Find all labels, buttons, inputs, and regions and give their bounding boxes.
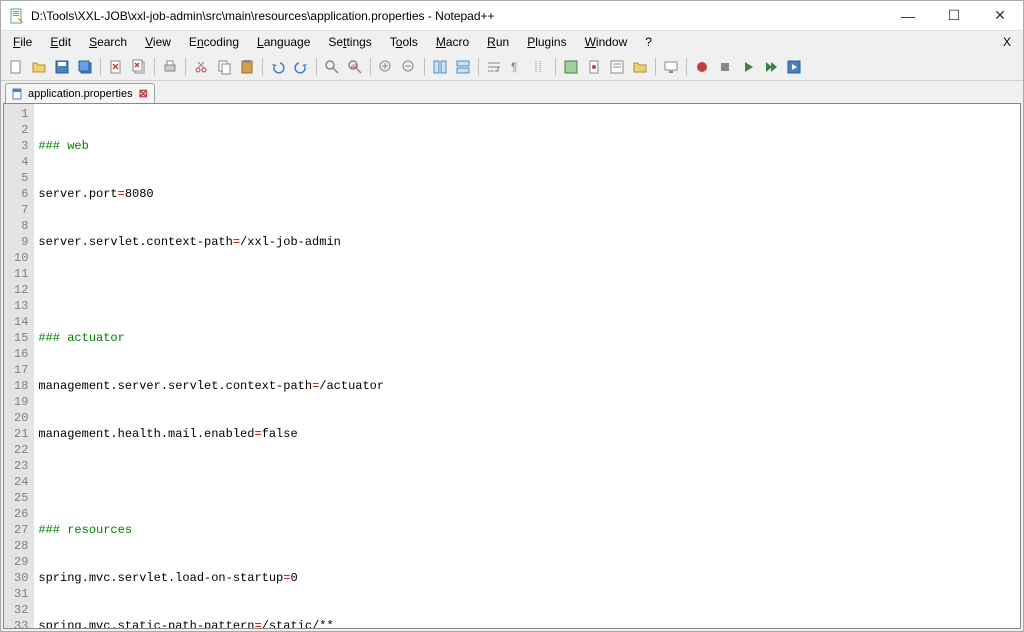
doc-map-icon[interactable] <box>583 56 605 78</box>
sync-v-icon[interactable] <box>429 56 451 78</box>
window-controls: — ☐ ✕ <box>885 1 1023 30</box>
redo-icon[interactable] <box>290 56 312 78</box>
folder-icon[interactable] <box>629 56 651 78</box>
wrap-icon[interactable] <box>483 56 505 78</box>
menu-run[interactable]: Run <box>479 33 517 51</box>
sync-h-icon[interactable] <box>452 56 474 78</box>
zoom-out-icon[interactable] <box>398 56 420 78</box>
monitor-icon[interactable] <box>660 56 682 78</box>
menu-macro[interactable]: Macro <box>428 33 477 51</box>
save-all-icon[interactable] <box>74 56 96 78</box>
stop-icon[interactable] <box>714 56 736 78</box>
print-icon[interactable] <box>159 56 181 78</box>
menu-plugins[interactable]: Plugins <box>519 33 574 51</box>
func-list-icon[interactable] <box>606 56 628 78</box>
play-multi-icon[interactable] <box>760 56 782 78</box>
menu-overflow[interactable]: X <box>995 33 1019 51</box>
minimize-button[interactable]: — <box>885 1 931 30</box>
cut-icon[interactable] <box>190 56 212 78</box>
menu-file[interactable]: File <box>5 33 40 51</box>
new-file-icon[interactable] <box>5 56 27 78</box>
zoom-in-icon[interactable] <box>375 56 397 78</box>
find-icon[interactable] <box>321 56 343 78</box>
toolbar: ab ¶ <box>1 53 1023 81</box>
app-icon <box>9 8 25 24</box>
svg-text:¶: ¶ <box>511 60 517 74</box>
editor: 1234567891011121314151617181920212223242… <box>3 103 1021 629</box>
tab-label: application.properties <box>28 88 133 100</box>
code-comment: ### web <box>38 139 88 153</box>
menu-bar: File Edit Search View Encoding Language … <box>1 31 1023 53</box>
file-icon <box>12 88 24 100</box>
copy-icon[interactable] <box>213 56 235 78</box>
play-icon[interactable] <box>737 56 759 78</box>
menu-encoding[interactable]: Encoding <box>181 33 247 51</box>
code-area[interactable]: ### web server.port=8080 server.servlet.… <box>34 104 1020 628</box>
svg-text:ab: ab <box>351 64 358 70</box>
menu-settings[interactable]: Settings <box>320 33 379 51</box>
lang-icon[interactable] <box>560 56 582 78</box>
open-file-icon[interactable] <box>28 56 50 78</box>
title-bar: D:\Tools\XXL-JOB\xxl-job-admin\src\main\… <box>1 1 1023 31</box>
line-number-gutter: 1234567891011121314151617181920212223242… <box>4 104 34 628</box>
close-button[interactable]: ✕ <box>977 1 1023 30</box>
paste-icon[interactable] <box>236 56 258 78</box>
menu-window[interactable]: Window <box>577 33 636 51</box>
menu-search[interactable]: Search <box>81 33 135 51</box>
menu-language[interactable]: Language <box>249 33 318 51</box>
replace-icon[interactable]: ab <box>344 56 366 78</box>
save-icon[interactable] <box>51 56 73 78</box>
save-macro-icon[interactable] <box>783 56 805 78</box>
menu-help[interactable]: ? <box>637 33 660 51</box>
close-all-icon[interactable] <box>128 56 150 78</box>
tab-application-properties[interactable]: application.properties ⊠ <box>5 83 155 103</box>
record-icon[interactable] <box>691 56 713 78</box>
undo-icon[interactable] <box>267 56 289 78</box>
indent-guide-icon[interactable] <box>529 56 551 78</box>
menu-view[interactable]: View <box>137 33 179 51</box>
menu-tools[interactable]: Tools <box>382 33 426 51</box>
maximize-button[interactable]: ☐ <box>931 1 977 30</box>
menu-edit[interactable]: Edit <box>42 33 79 51</box>
window-title: D:\Tools\XXL-JOB\xxl-job-admin\src\main\… <box>31 9 885 23</box>
tab-close-icon[interactable]: ⊠ <box>139 87 148 100</box>
tab-bar: application.properties ⊠ <box>1 81 1023 103</box>
close-file-icon[interactable] <box>105 56 127 78</box>
show-all-chars-icon[interactable]: ¶ <box>506 56 528 78</box>
